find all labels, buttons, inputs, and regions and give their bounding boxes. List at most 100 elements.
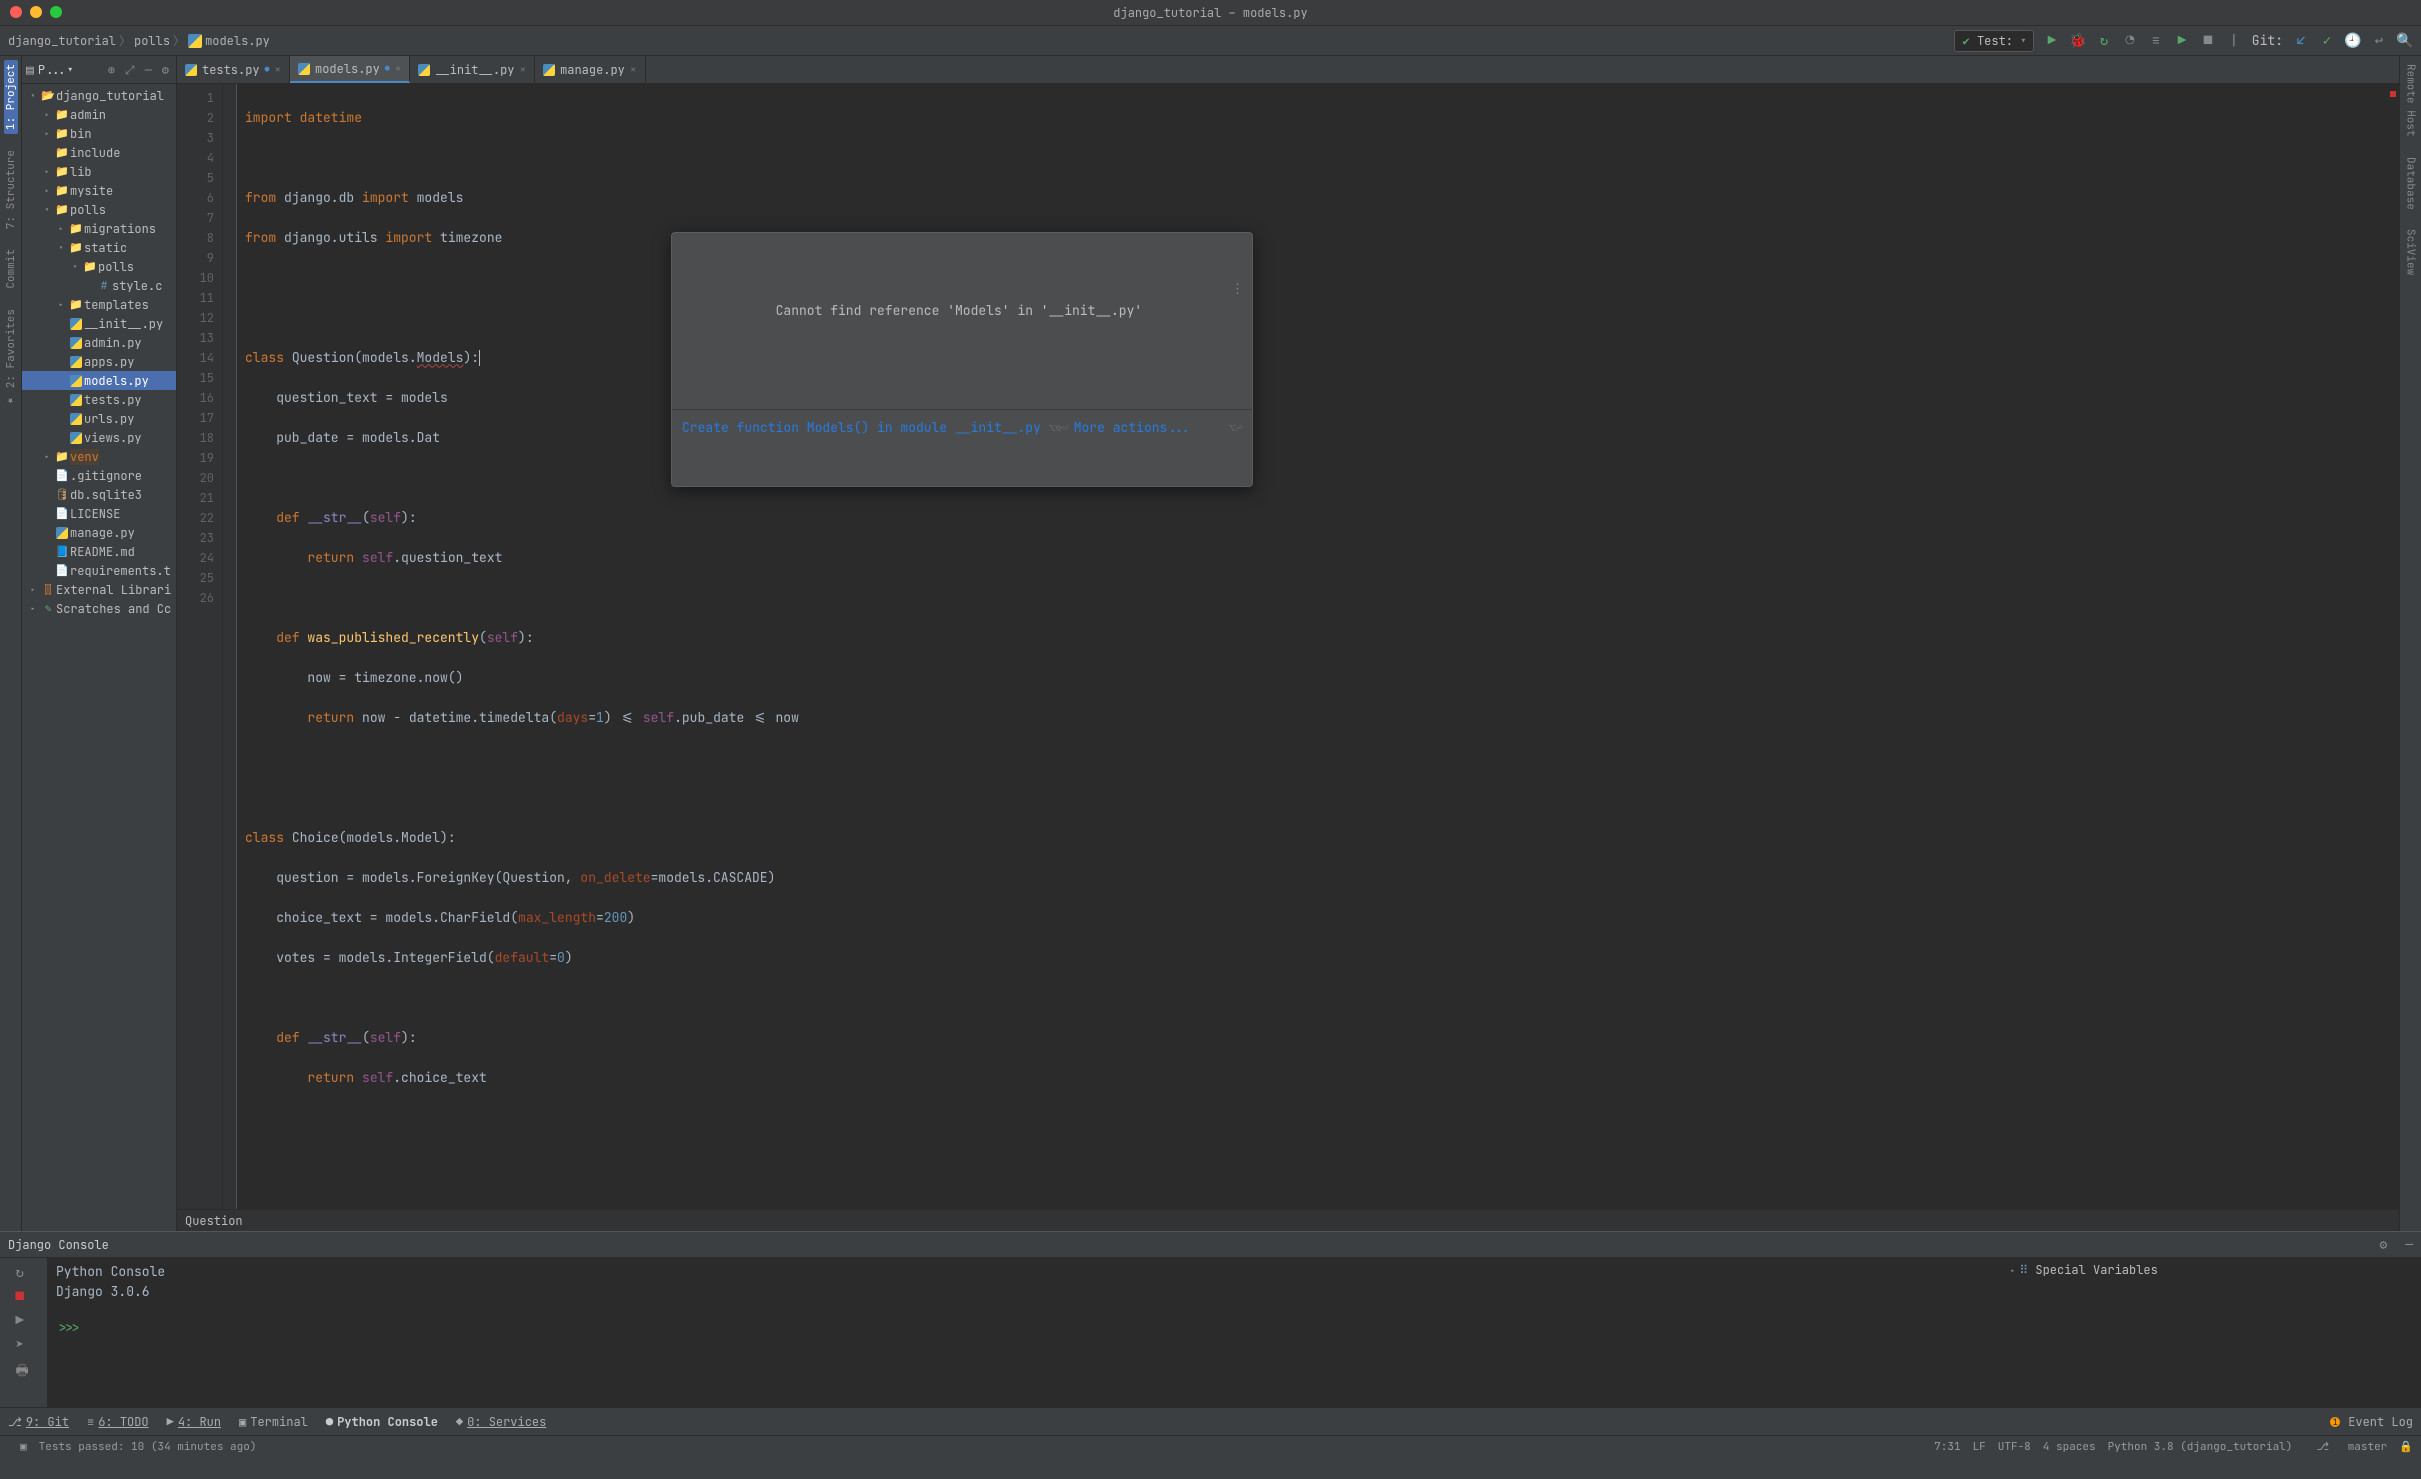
tree-node[interactable]: tests.py: [22, 390, 176, 409]
tree-node[interactable]: 📘README.md: [22, 542, 176, 561]
tree-node[interactable]: #style.c: [22, 276, 176, 295]
status-interpreter[interactable]: Python 3.8 (django_tutorial): [2108, 1440, 2293, 1454]
line-number[interactable]: 19: [177, 448, 214, 468]
tree-node[interactable]: ▾📁polls: [22, 257, 176, 276]
collapse-icon[interactable]: —: [142, 62, 155, 78]
status-caret-position[interactable]: 7:31: [1934, 1440, 1960, 1454]
tree-node[interactable]: ▾📁static: [22, 238, 176, 257]
status-lock-icon[interactable]: 🔒: [2399, 1440, 2413, 1454]
tree-node[interactable]: ▸⫿⫿External Librari: [22, 580, 176, 599]
line-number[interactable]: 18: [177, 428, 214, 448]
breadcrumb-item[interactable]: models.py: [205, 33, 270, 49]
tree-node[interactable]: ▸📁admin: [22, 105, 176, 124]
line-number[interactable]: 17: [177, 408, 214, 428]
tree-node[interactable]: 📁include: [22, 143, 176, 162]
line-number[interactable]: 13: [177, 328, 214, 348]
code-editor[interactable]: 1234567891011121314151617181920212223242…: [177, 84, 2399, 1209]
debug-console-icon[interactable]: ➤: [16, 1336, 32, 1352]
close-tab-icon[interactable]: ×: [519, 63, 526, 77]
line-number[interactable]: 7: [177, 208, 214, 228]
rerun-icon[interactable]: ↻: [16, 1264, 32, 1280]
tool-window-services[interactable]: ◆ 0: Services: [456, 1414, 546, 1430]
git-update-icon[interactable]: ↙: [2293, 33, 2309, 49]
git-history-icon[interactable]: 🕘: [2345, 33, 2361, 49]
line-number[interactable]: 5: [177, 168, 214, 188]
status-git-branch[interactable]: ⎇ master: [2304, 1440, 2387, 1454]
execute-icon[interactable]: ▶: [16, 1312, 32, 1328]
tool-window-database[interactable]: Database: [2404, 153, 2418, 214]
tool-window-favorites[interactable]: ★ 2: Favorites: [4, 305, 18, 412]
expand-icon[interactable]: ⤢: [122, 62, 138, 78]
project-panel-title[interactable]: P...▾: [38, 62, 101, 78]
tool-window-terminal[interactable]: ▣ Terminal: [239, 1414, 308, 1430]
tree-node[interactable]: ▸📁mysite: [22, 181, 176, 200]
status-indent[interactable]: 4 spaces: [2043, 1440, 2096, 1454]
console-output[interactable]: Python Console Django 3.0.6 >>>: [48, 1258, 2001, 1407]
close-tab-icon[interactable]: ×: [274, 63, 281, 77]
tree-node[interactable]: ▾📂django_tutorial: [22, 86, 176, 105]
tool-window-project[interactable]: 1: Project: [4, 60, 18, 134]
git-commit-icon[interactable]: ✓: [2319, 33, 2335, 49]
concurrency-icon[interactable]: ≡: [2148, 33, 2164, 49]
fold-gutter[interactable]: [223, 84, 237, 1209]
zoom-window-icon[interactable]: [50, 6, 62, 18]
tree-node[interactable]: 📄LICENSE: [22, 504, 176, 523]
special-variables-node[interactable]: ▸⠿ Special Variables: [2010, 1262, 2413, 1278]
line-number[interactable]: 12: [177, 308, 214, 328]
tree-node[interactable]: 📄.gitignore: [22, 466, 176, 485]
more-options-icon[interactable]: ⋮: [1231, 279, 1244, 299]
status-encoding[interactable]: UTF-8: [1998, 1440, 2031, 1454]
gear-icon[interactable]: ⚙: [159, 62, 172, 78]
line-number[interactable]: 16: [177, 388, 214, 408]
tree-node[interactable]: 🛢db.sqlite3: [22, 485, 176, 504]
line-number[interactable]: 9: [177, 248, 214, 268]
tree-node[interactable]: ▸📁templates: [22, 295, 176, 314]
line-number[interactable]: 23: [177, 528, 214, 548]
stop-icon[interactable]: ■: [16, 1288, 32, 1304]
tool-window-git[interactable]: ⎇ 9: Git: [8, 1414, 69, 1430]
tree-node[interactable]: models.py: [22, 371, 176, 390]
line-number[interactable]: 26: [177, 588, 214, 608]
breadcrumb[interactable]: django_tutorial 〉 polls 〉 models.py: [8, 32, 270, 49]
tree-node[interactable]: ▸✎Scratches and Cc: [22, 599, 176, 618]
status-tests[interactable]: Tests passed: 10 (34 minutes ago): [39, 1440, 257, 1454]
line-number[interactable]: 24: [177, 548, 214, 568]
tree-node[interactable]: __init__.py: [22, 314, 176, 333]
line-number[interactable]: 15: [177, 368, 214, 388]
coverage-icon[interactable]: ↻: [2096, 33, 2112, 49]
editor-tab[interactable]: manage.py×: [535, 56, 645, 83]
tool-window-todo[interactable]: ≡ 6: TODO: [87, 1414, 149, 1430]
project-tree[interactable]: ▾📂django_tutorial▸📁admin▸📁bin📁include▸📁l…: [22, 84, 176, 1231]
tree-node[interactable]: ▸📁lib: [22, 162, 176, 181]
scope-crumb[interactable]: Question: [185, 1213, 243, 1229]
line-number-gutter[interactable]: 1234567891011121314151617181920212223242…: [177, 84, 223, 1209]
close-icon[interactable]: —: [2405, 1236, 2413, 1253]
profile-icon[interactable]: ◔: [2122, 33, 2138, 49]
tree-node[interactable]: ▸📁venv: [22, 447, 176, 466]
tree-node[interactable]: manage.py: [22, 523, 176, 542]
editor-tab[interactable]: __init__.py×: [410, 56, 535, 83]
tool-window-sciview[interactable]: SciView: [2404, 225, 2418, 279]
line-number[interactable]: 1: [177, 88, 214, 108]
line-number[interactable]: 2: [177, 108, 214, 128]
line-number[interactable]: 6: [177, 188, 214, 208]
run-configuration-select[interactable]: ✔ Test:: [1954, 30, 2034, 52]
tree-node[interactable]: urls.py: [22, 409, 176, 428]
event-log-button[interactable]: 1Event Log: [2330, 1414, 2413, 1430]
close-tab-icon[interactable]: ×: [395, 62, 402, 76]
tool-window-python-console[interactable]: ● Python Console: [326, 1414, 438, 1430]
stop-icon[interactable]: ■: [2200, 33, 2216, 49]
tree-node[interactable]: ▸📁bin: [22, 124, 176, 143]
tool-window-run[interactable]: ▶ 4: Run: [167, 1414, 221, 1430]
tree-node[interactable]: ▾📁polls: [22, 200, 176, 219]
line-number[interactable]: 8: [177, 228, 214, 248]
code-content[interactable]: import datetime from django.db import mo…: [237, 84, 2399, 1209]
line-number[interactable]: 22: [177, 508, 214, 528]
locate-icon[interactable]: ⊕: [105, 62, 118, 78]
tree-node[interactable]: admin.py: [22, 333, 176, 352]
search-icon[interactable]: 🔍: [2397, 33, 2413, 49]
tool-window-toggle-icon[interactable]: ▣: [20, 1440, 27, 1454]
attach-icon[interactable]: ▶: [2174, 33, 2190, 49]
editor-tab[interactable]: models.py●×: [290, 56, 410, 83]
print-icon[interactable]: 🖶: [16, 1360, 32, 1376]
